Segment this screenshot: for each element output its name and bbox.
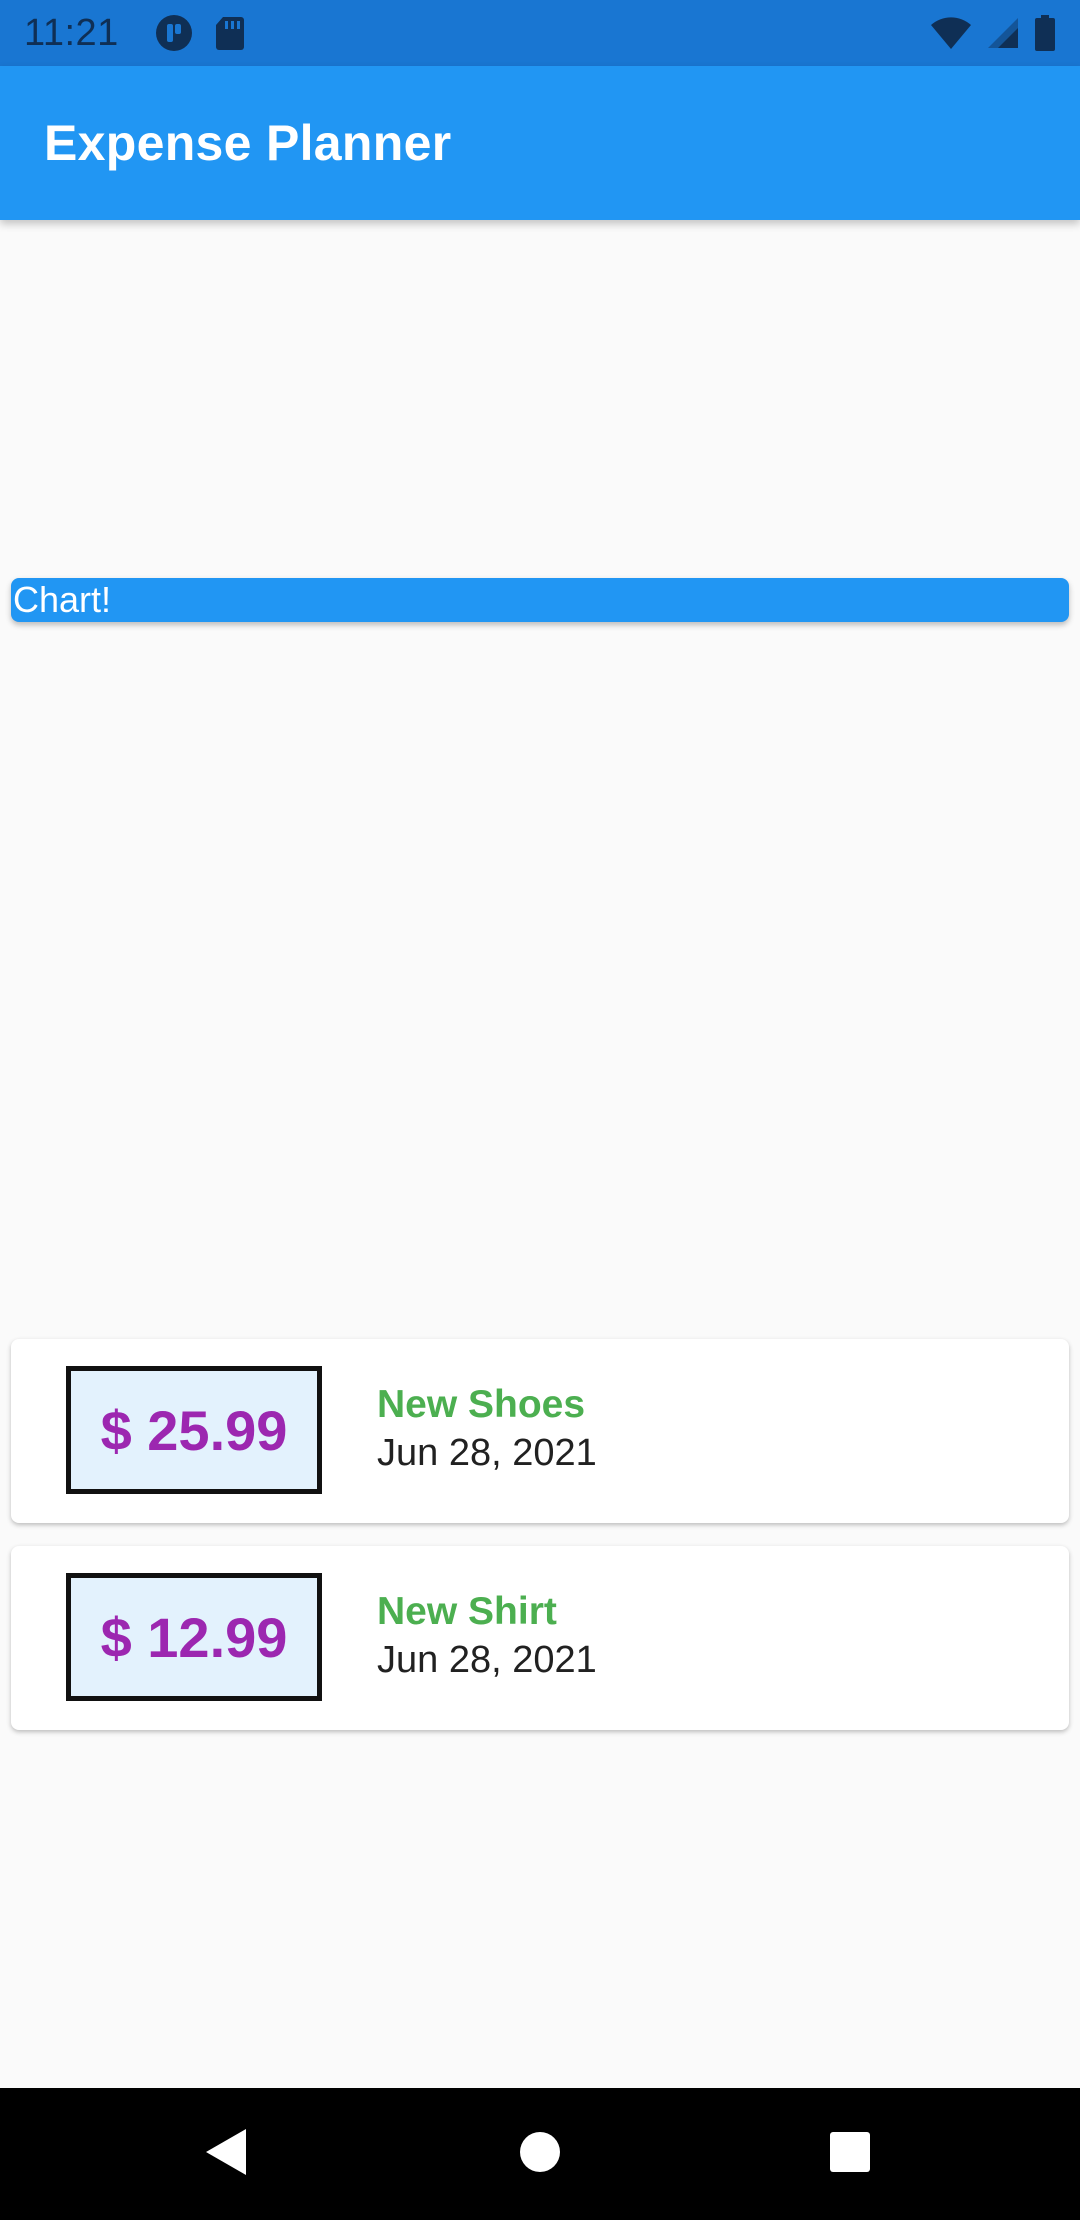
sd-card-icon [215, 15, 245, 51]
status-icons-right [930, 14, 1056, 52]
recents-icon [829, 2131, 871, 2178]
home-icon [519, 2131, 561, 2178]
app-notification-icon [155, 14, 193, 52]
back-button[interactable] [156, 2088, 296, 2220]
transaction-card[interactable]: $ 25.99 New Shoes Jun 28, 2021 [11, 1339, 1069, 1523]
transaction-amount: $ 25.99 [100, 1398, 288, 1462]
transaction-card[interactable]: $ 12.99 New Shirt Jun 28, 2021 [11, 1546, 1069, 1730]
amount-box: $ 25.99 [66, 1366, 322, 1494]
status-icons-left [155, 14, 245, 52]
transaction-date: Jun 28, 2021 [377, 1432, 597, 1474]
chart-card: Chart! [11, 578, 1069, 622]
home-button[interactable] [470, 2088, 610, 2220]
transaction-title: New Shirt [377, 1590, 557, 1633]
recents-button[interactable] [780, 2088, 920, 2220]
app-title: Expense Planner [44, 115, 452, 171]
transaction-date: Jun 28, 2021 [377, 1639, 597, 1681]
status-time: 11:21 [24, 11, 119, 54]
app-bar: Expense Planner [0, 66, 1080, 220]
transaction-amount: $ 12.99 [100, 1605, 288, 1669]
amount-box: $ 12.99 [66, 1573, 322, 1701]
back-icon [204, 2127, 248, 2182]
screen: 11:21 Expense Planner Chart! $ 25.99 New… [0, 0, 1080, 2220]
status-bar: 11:21 [0, 0, 1080, 66]
cell-signal-icon [986, 16, 1020, 50]
navigation-bar [0, 2088, 1080, 2220]
battery-icon [1034, 14, 1056, 52]
transaction-title: New Shoes [377, 1383, 586, 1426]
chart-label: Chart! [13, 579, 112, 620]
wifi-icon [930, 16, 972, 50]
